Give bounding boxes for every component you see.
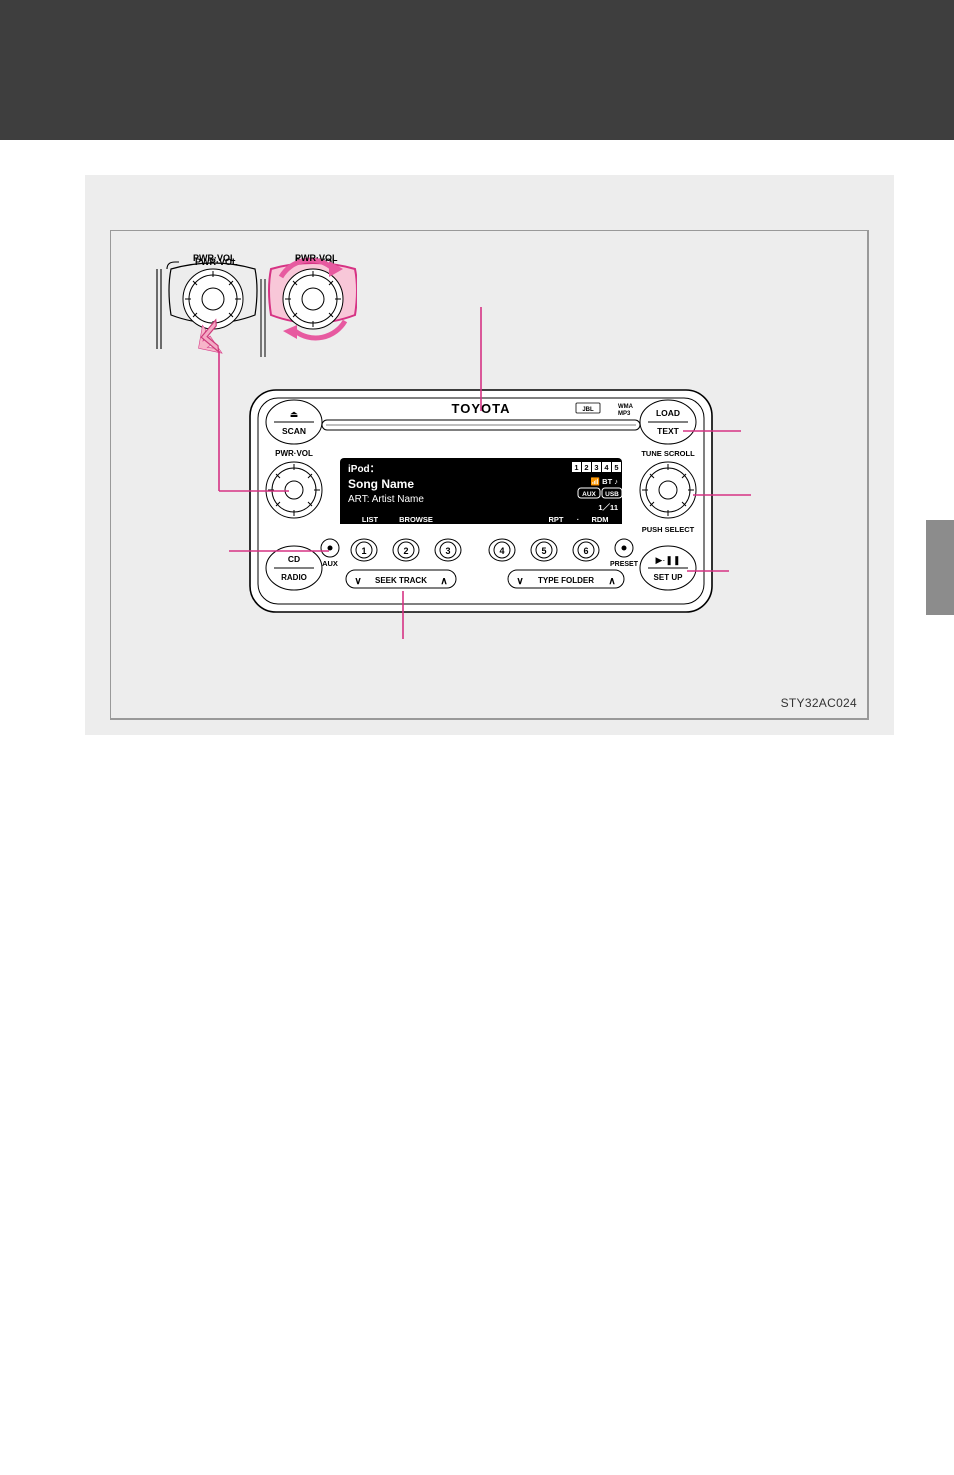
svg-text:RADIO: RADIO — [281, 573, 307, 582]
knob-left: PWR·VOL — [169, 257, 257, 361]
side-tab — [926, 520, 954, 615]
svg-text:USB: USB — [605, 491, 619, 498]
seek-track-button: SEEK TRACK ∨ ∧ — [346, 570, 456, 588]
preset-indicator: 1 2 3 4 5 — [572, 462, 621, 472]
head-unit: TOYOTA JBL WMA MP3 ⏏ SCAN — [246, 386, 716, 616]
svg-text:LOAD: LOAD — [656, 408, 680, 418]
svg-text:1: 1 — [574, 463, 578, 472]
load-text-button: LOAD TEXT — [640, 400, 696, 444]
svg-text:AUX: AUX — [582, 491, 596, 498]
svg-text:∨: ∨ — [516, 576, 523, 587]
svg-text:▶·❚❚: ▶·❚❚ — [655, 555, 680, 566]
svg-text:PUSH SELECT: PUSH SELECT — [642, 525, 695, 534]
preset-3: 3 — [435, 539, 461, 561]
svg-text:3: 3 — [445, 546, 450, 556]
preset-5: 5 — [531, 539, 557, 561]
preset-2: 2 — [393, 539, 419, 561]
svg-text:5: 5 — [614, 463, 618, 472]
knob-inset-left-label: PWR·VOL — [193, 253, 236, 263]
preset-1: 1 — [351, 539, 377, 561]
svg-text:6: 6 — [583, 546, 588, 556]
svg-text:⏏: ⏏ — [290, 409, 299, 419]
svg-text:5: 5 — [541, 546, 546, 556]
knob-inset-right-label: PWR·VOL — [295, 253, 338, 263]
aux-knob: AUX — [321, 539, 339, 568]
svg-text:4: 4 — [499, 546, 504, 556]
svg-text:WMA: WMA — [618, 404, 634, 410]
svg-text:PWR·VOL: PWR·VOL — [275, 449, 313, 458]
screen-line2: ART: Artist Name — [348, 494, 424, 505]
knob-inset: PWR·VOL — [137, 243, 347, 358]
preset-4: 4 — [489, 539, 515, 561]
figure-frame: PWR·VOL — [110, 230, 869, 720]
svg-text:TYPE FOLDER: TYPE FOLDER — [538, 576, 594, 585]
preset-6: 6 — [573, 539, 599, 561]
image-code: STY32AC024 — [781, 696, 857, 710]
svg-text:SET UP: SET UP — [654, 573, 684, 582]
svg-text:SEEK TRACK: SEEK TRACK — [375, 576, 427, 585]
lcd-screen: iPod： Song Name ART: Artist Name 1 2 3 4 — [340, 458, 622, 524]
page-body: PWR·VOL — [0, 140, 954, 765]
svg-text:∨: ∨ — [354, 576, 361, 587]
svg-text:TEXT: TEXT — [657, 426, 680, 436]
svg-text:2: 2 — [403, 546, 408, 556]
svg-text:📶 BT ♪: 📶 BT ♪ — [591, 477, 618, 486]
cd-radio-button: CD RADIO — [266, 546, 322, 590]
svg-text:3: 3 — [594, 463, 598, 472]
scan-button: ⏏ SCAN — [266, 400, 322, 444]
svg-text:·: · — [577, 515, 580, 524]
svg-text:∧: ∧ — [608, 576, 615, 587]
svg-text:1／11: 1／11 — [598, 502, 618, 512]
setup-button: ▶·❚❚ SET UP — [640, 546, 696, 590]
figure-panel: PWR·VOL — [85, 175, 894, 735]
svg-text:RDM: RDM — [591, 515, 608, 524]
type-folder-button: TYPE FOLDER ∨ ∧ — [508, 570, 624, 588]
svg-text:1: 1 — [361, 546, 366, 556]
svg-text:BROWSE: BROWSE — [399, 515, 433, 524]
svg-text:RPT: RPT — [549, 515, 564, 524]
screen-source: iPod： — [348, 464, 380, 475]
svg-text:CD: CD — [288, 554, 300, 564]
screen-line1: Song Name — [348, 477, 414, 491]
svg-text:MP3: MP3 — [618, 411, 631, 417]
svg-text:SCAN: SCAN — [282, 426, 306, 436]
svg-text:∧: ∧ — [440, 576, 447, 587]
svg-text:TUNE SCROLL: TUNE SCROLL — [641, 449, 695, 458]
svg-text:AUX: AUX — [322, 559, 338, 568]
knob-right: PWR·VOL — [261, 257, 357, 357]
svg-text:2: 2 — [584, 463, 588, 472]
brand-text: TOYOTA — [452, 401, 511, 416]
svg-text:LIST: LIST — [362, 515, 379, 524]
top-banner — [0, 0, 954, 140]
svg-text:JBL: JBL — [582, 407, 594, 413]
head-unit-svg: TOYOTA JBL WMA MP3 ⏏ SCAN — [246, 386, 716, 616]
svg-text:PRESET: PRESET — [610, 561, 639, 568]
